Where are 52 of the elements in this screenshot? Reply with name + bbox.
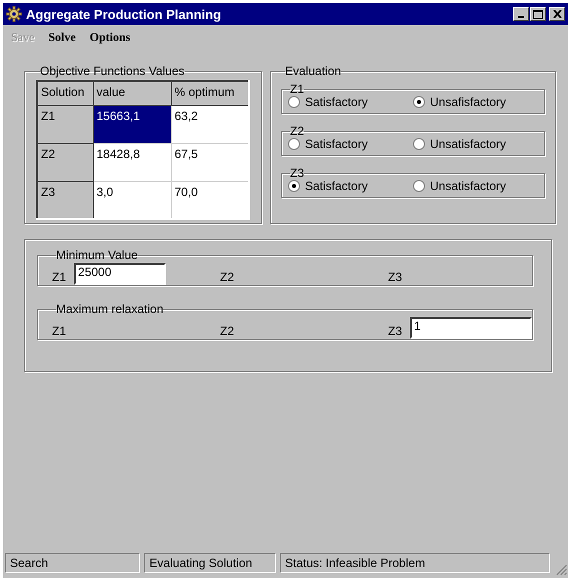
table-cell[interactable]: 18428,8 <box>93 143 171 181</box>
field-label: Z1 <box>52 322 66 338</box>
close-icon <box>552 10 562 18</box>
row-header[interactable]: Z1 <box>37 105 93 143</box>
field-label: Z3 <box>388 322 402 338</box>
column-header: value <box>93 81 171 105</box>
close-button[interactable] <box>549 7 565 21</box>
group-title: Objective Functions Values <box>40 64 185 78</box>
maximize-icon <box>533 10 543 18</box>
radio-label: Satisfactory <box>305 178 368 192</box>
resize-grip-icon[interactable] <box>554 562 568 576</box>
radio-label: Satisfactory <box>305 136 368 150</box>
table-cell[interactable]: 67,5 <box>171 143 249 181</box>
radio-button[interactable] <box>413 96 425 108</box>
field-label: Z3 <box>388 268 402 284</box>
column-header: % optimum <box>171 81 249 105</box>
column-header: Solution <box>37 81 93 105</box>
window-title: Aggregate Production Planning <box>26 6 222 22</box>
radio-label: Unsatisfactory <box>430 178 506 192</box>
table-cell[interactable]: 3,0 <box>93 181 171 219</box>
group-title: Evaluation <box>285 64 342 78</box>
table-cell[interactable]: 63,2 <box>171 105 249 143</box>
radio-button[interactable] <box>413 180 425 192</box>
row-header[interactable]: Z2 <box>37 143 93 181</box>
group-title: Z2 <box>290 126 304 136</box>
minimize-button[interactable] <box>513 7 529 21</box>
radio-label: Unsatisfactory <box>430 136 506 150</box>
table-cell[interactable]: 15663,1 <box>93 105 171 143</box>
group-title: Z3 <box>290 168 304 178</box>
table-cell[interactable]: 70,0 <box>171 181 249 219</box>
radio-button[interactable] <box>288 138 300 150</box>
row-header[interactable]: Z3 <box>37 181 93 219</box>
group-title: Minimum Value <box>56 248 138 262</box>
field-label: Z2 <box>220 268 234 284</box>
radio-button[interactable] <box>413 138 425 150</box>
status-pane: Search <box>5 553 140 573</box>
menu-item[interactable]: Solve <box>48 30 76 50</box>
field-label: Z2 <box>220 322 234 338</box>
status-pane: Evaluating Solution <box>144 553 276 573</box>
radio-button[interactable] <box>288 180 300 192</box>
group-title: Z1 <box>290 84 304 94</box>
status-pane: Status: Infeasible Problem <box>280 553 550 573</box>
menu-item[interactable]: Options <box>90 30 130 50</box>
input-field[interactable]: 1 <box>410 316 532 338</box>
field-label: Z1 <box>52 268 66 284</box>
radio-label: Satisfactory <box>305 94 368 108</box>
input-field[interactable]: 25000 <box>74 262 166 284</box>
maximize-button[interactable] <box>530 7 546 21</box>
gear-icon <box>6 6 22 22</box>
group-title: Maximum relaxation <box>56 302 164 316</box>
radio-label: Unsafisfactory <box>430 94 506 108</box>
radio-button[interactable] <box>288 96 300 108</box>
